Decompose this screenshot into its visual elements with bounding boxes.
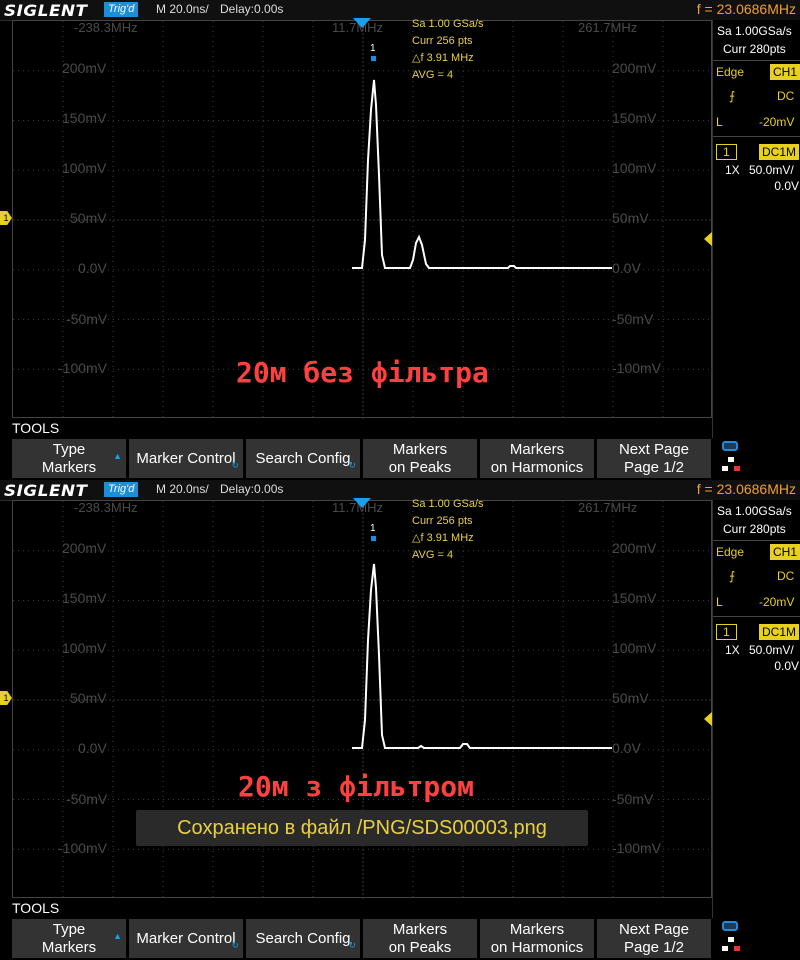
rp-sa: Sa 1.00GSa/s [717, 24, 792, 38]
marker-control-button[interactable]: Marker Control ↻ [129, 439, 243, 478]
trigger-info[interactable]: Edge CH1 [716, 64, 800, 80]
trigger-source: CH1 [770, 64, 800, 80]
trigger-source: CH1 [770, 544, 800, 560]
tools-label: TOOLS [12, 420, 60, 436]
softkey-line1: Search Config [255, 929, 351, 947]
caption: 20м з фільтром [238, 770, 475, 803]
trigger-coupling: DC [777, 89, 795, 103]
save-notification: Сохранено в файл /PNG/SDS00003.png [136, 810, 588, 846]
up-arrow-icon: ▲ [113, 931, 122, 941]
probe: 1X [725, 643, 740, 657]
channel-offset: 0.0V [774, 659, 799, 673]
softkey-line1: Next Page [618, 920, 690, 938]
softkey-line1: Marker Control [136, 929, 236, 947]
type-markers-button[interactable]: Type Markers ▲ [12, 919, 126, 958]
softkey-menu: Type Markers ▲ Marker Control ↻ Search Conf… [0, 918, 800, 960]
up-arrow-icon: ▲ [113, 451, 122, 461]
rp-curr: Curr 280pts [723, 522, 786, 536]
vdiv: 50.0mV/ [749, 643, 794, 657]
usb-icon [722, 921, 738, 931]
softkey-line1: Marker Control [136, 449, 236, 467]
search-config-button[interactable]: Search Config ↻ [246, 439, 360, 478]
softkey-line1: Markers [392, 920, 448, 938]
fft-trace [352, 563, 612, 749]
next-page-button[interactable]: Next Page Page 1/2 [597, 439, 711, 478]
softkey-line1: Markers [392, 440, 448, 458]
rotate-knob-icon: ↻ [348, 940, 356, 950]
usb-icon [722, 441, 738, 451]
markers-on-harmonics-button[interactable]: Markers on Harmonics [480, 919, 594, 958]
softkey-line2: on Peaks [388, 458, 452, 476]
level-label: L [716, 595, 723, 609]
scope-screen-2: SIGLENT Trig'd M 20.0ns/ Delay:0.00s f =… [0, 480, 800, 960]
softkey-line2: on Harmonics [490, 458, 584, 476]
softkey-line1: Type [52, 440, 86, 458]
trigger-coupling: DC [777, 569, 795, 583]
markers-on-peaks-button[interactable]: Markers on Peaks [363, 439, 477, 478]
level-label: L [716, 115, 723, 129]
channel-offset: 0.0V [774, 179, 799, 193]
right-panel: Sa 1.00GSa/s Curr 280pts Edge CH1 ⨍ DC L… [712, 20, 800, 438]
trace-layer [352, 563, 612, 749]
next-page-button[interactable]: Next Page Page 1/2 [597, 919, 711, 958]
type-markers-button[interactable]: Type Markers ▲ [12, 439, 126, 478]
softkey-line2: Page 1/2 [623, 938, 685, 956]
rotate-knob-icon: ↻ [231, 460, 239, 470]
softkey-line1: Search Config [255, 449, 351, 467]
tools-label: TOOLS [12, 900, 60, 916]
trigger-info[interactable]: Edge CH1 [716, 544, 800, 560]
softkey-line1: Next Page [618, 440, 690, 458]
caption: 20м без фільтра [236, 356, 489, 389]
level-value: -20mV [759, 595, 795, 609]
status-icons [722, 441, 746, 471]
fft-trace [352, 79, 612, 269]
softkey-menu: Type Markers ▲ Marker Control ↻ Search Conf… [0, 438, 800, 480]
softkey-line1: Markers [509, 920, 565, 938]
marker-control-button[interactable]: Marker Control ↻ [129, 919, 243, 958]
edge-slope-icon: ⨍ [729, 89, 736, 103]
network-icon [722, 457, 740, 471]
softkey-line2: on Harmonics [490, 938, 584, 956]
softkey-line2: on Peaks [388, 938, 452, 956]
softkey-line2: Markers [41, 458, 97, 476]
trigger-type: Edge [716, 545, 745, 559]
markers-on-harmonics-button[interactable]: Markers on Harmonics [480, 439, 594, 478]
scope-screen-1: SIGLENT Trig'd M 20.0ns/ Delay:0.00s f =… [0, 0, 800, 480]
trace-layer [352, 79, 612, 269]
markers-on-peaks-button[interactable]: Markers on Peaks [363, 919, 477, 958]
softkey-line1: Type [52, 920, 86, 938]
edge-slope-icon: ⨍ [729, 569, 736, 583]
right-panel: Sa 1.00GSa/s Curr 280pts Edge CH1 ⨍ DC L… [712, 500, 800, 918]
softkey-line2: Page 1/2 [623, 458, 685, 476]
channel-number: 1 [716, 144, 737, 160]
level-value: -20mV [759, 115, 795, 129]
rotate-knob-icon: ↻ [348, 460, 356, 470]
rp-sa: Sa 1.00GSa/s [717, 504, 792, 518]
channel-coupling: DC1M [759, 624, 800, 640]
channel-coupling: DC1M [759, 144, 800, 160]
status-icons [722, 921, 746, 951]
softkey-line1: Markers [509, 440, 565, 458]
rp-curr: Curr 280pts [723, 42, 786, 56]
trigger-type: Edge [716, 65, 745, 79]
softkey-line2: Markers [41, 938, 97, 956]
channel-number: 1 [716, 624, 737, 640]
probe: 1X [725, 163, 740, 177]
rotate-knob-icon: ↻ [231, 940, 239, 950]
network-icon [722, 937, 740, 951]
search-config-button[interactable]: Search Config ↻ [246, 919, 360, 958]
vdiv: 50.0mV/ [749, 163, 794, 177]
